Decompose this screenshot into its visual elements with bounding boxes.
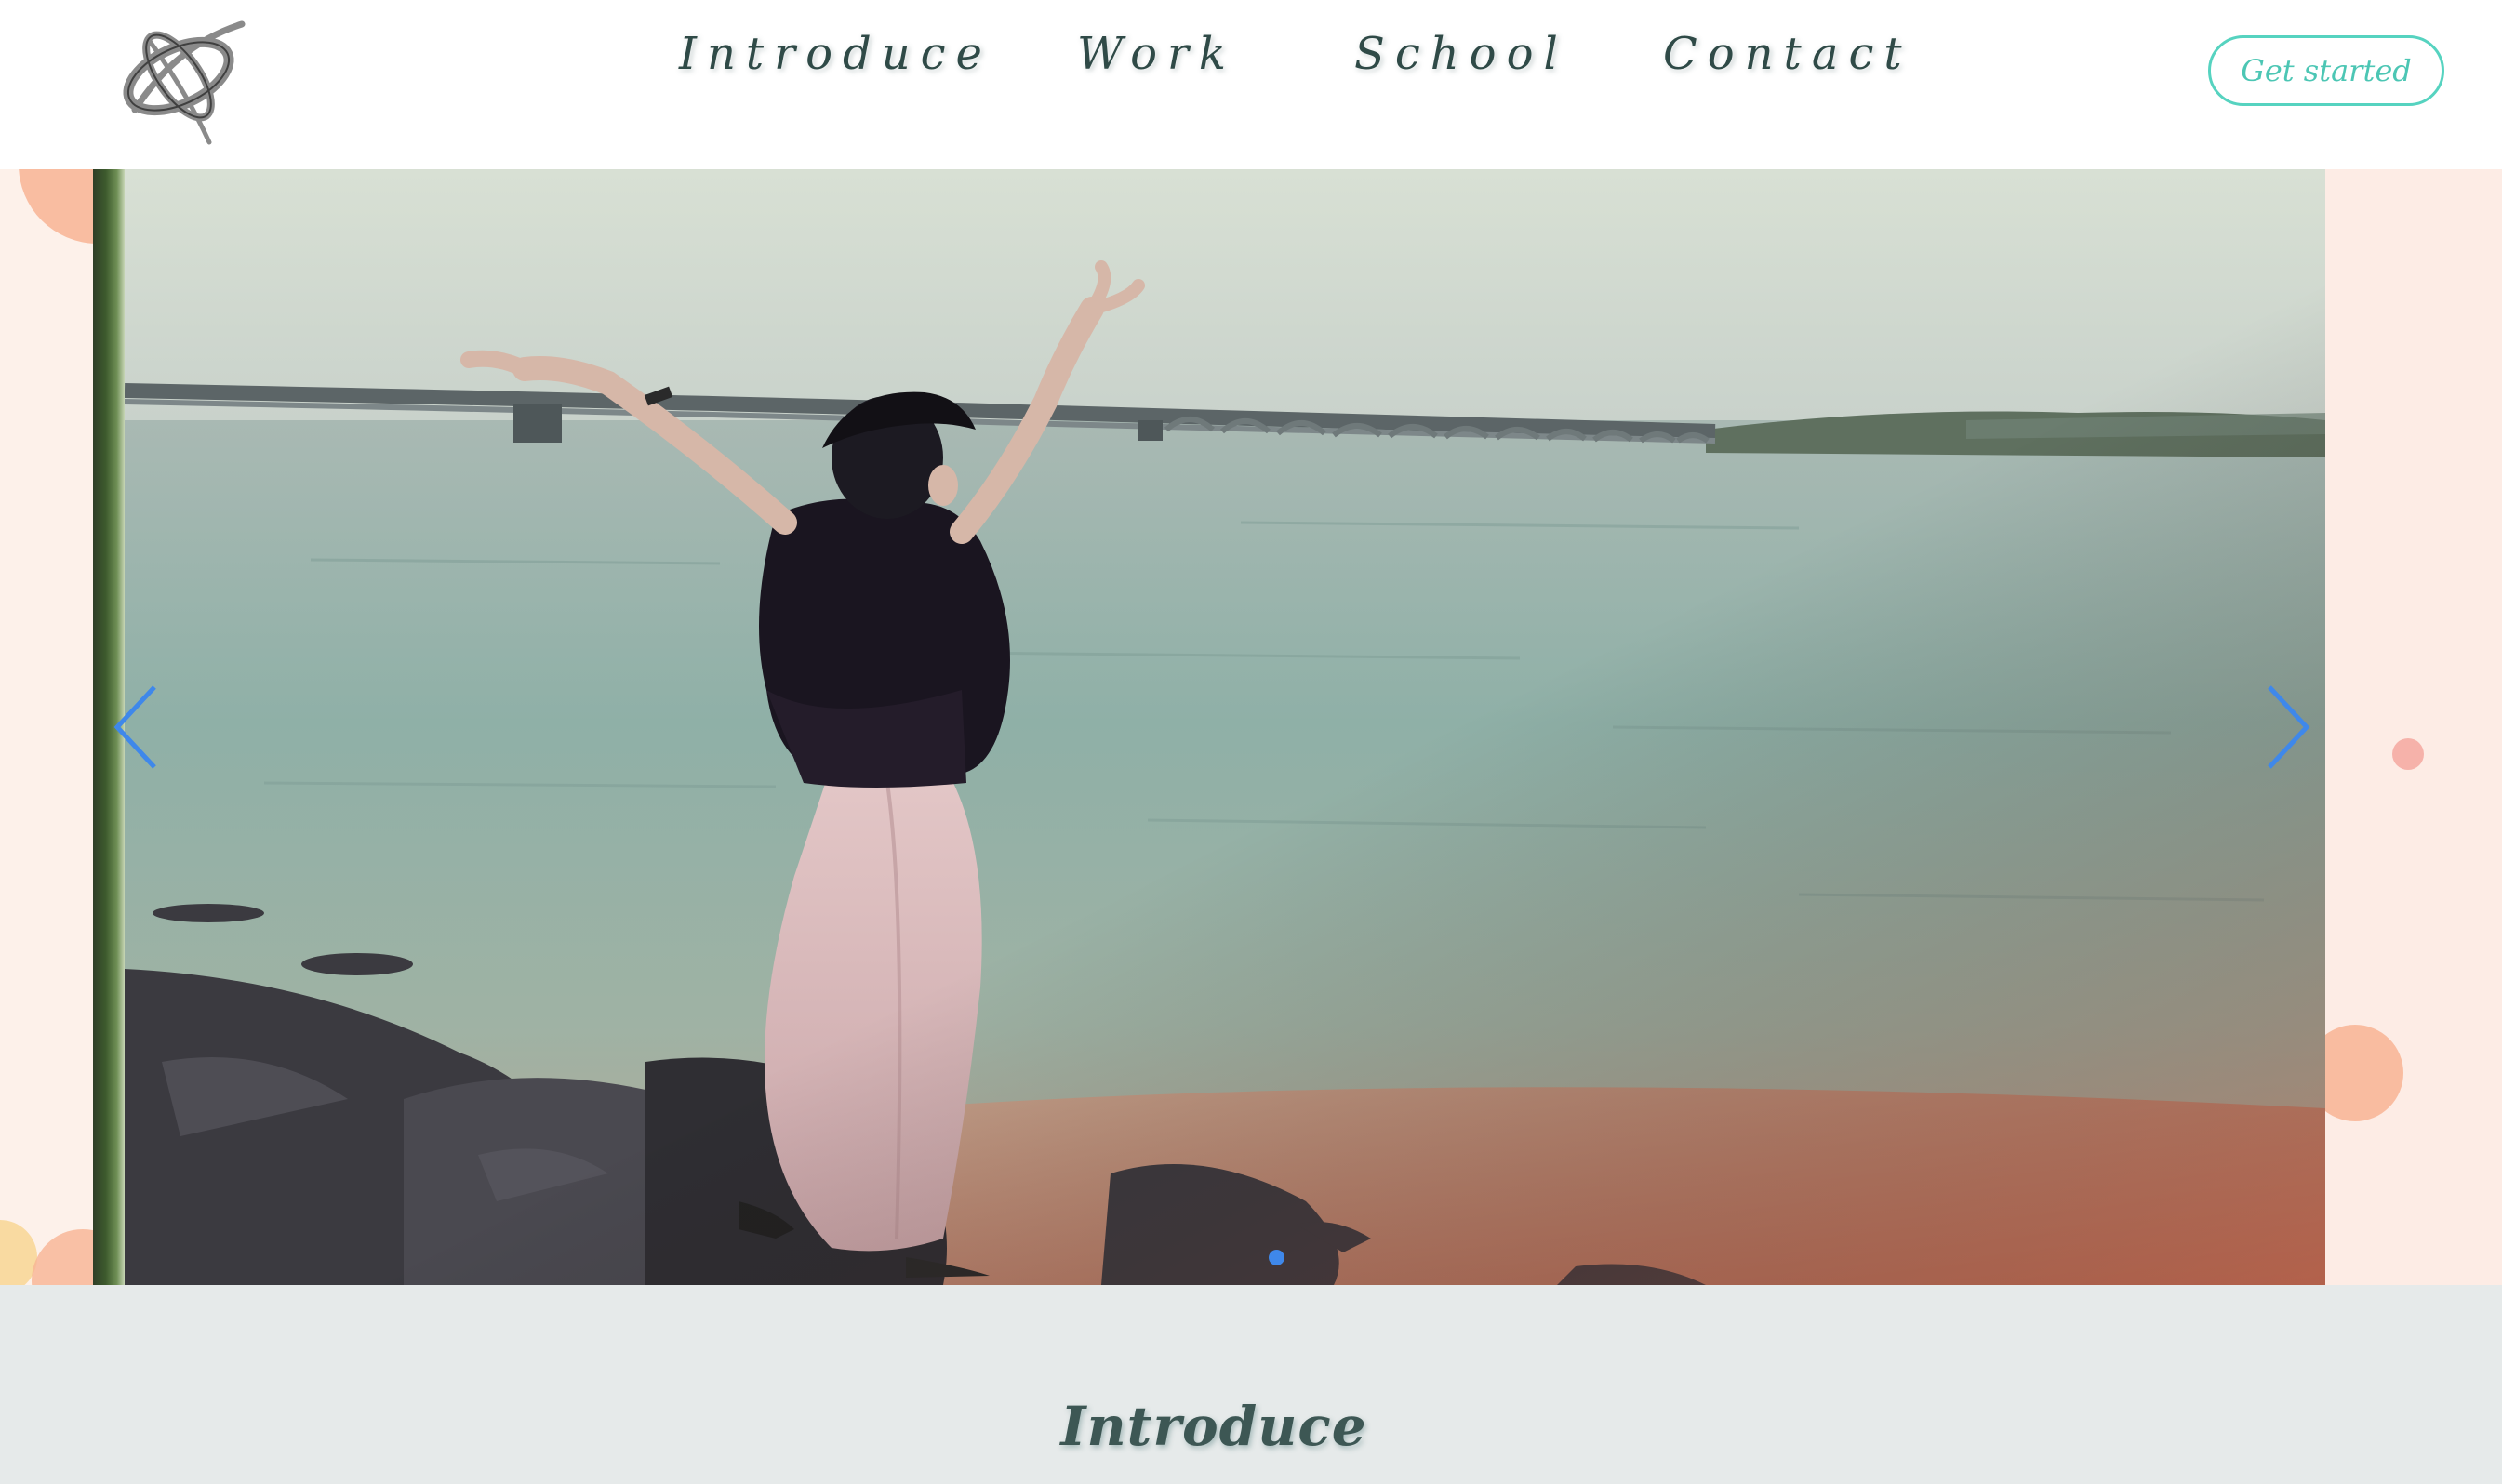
bubble-shape bbox=[2392, 738, 2424, 770]
site-header: Introduce Work School Contact Get starte… bbox=[0, 0, 2502, 169]
nav-introduce[interactable]: Introduce bbox=[679, 28, 992, 80]
hero-slider bbox=[93, 169, 2325, 1285]
main-nav: Introduce Work School Contact bbox=[0, 0, 2502, 121]
chevron-left-icon[interactable] bbox=[110, 683, 166, 772]
section-title: Introduce bbox=[1060, 1395, 1367, 1459]
right-decoration bbox=[2325, 169, 2502, 1285]
slider-dot-1[interactable] bbox=[1269, 1250, 1284, 1265]
bubble-shape bbox=[2325, 1025, 2403, 1121]
left-decoration bbox=[0, 169, 93, 1285]
bubble-shape bbox=[19, 169, 93, 244]
introduce-section: Introduce bbox=[0, 1285, 2502, 1484]
get-started-button[interactable]: Get started bbox=[2208, 35, 2444, 106]
nav-school[interactable]: School bbox=[1354, 28, 1568, 80]
nav-contact[interactable]: Contact bbox=[1663, 28, 1912, 80]
chevron-right-icon[interactable] bbox=[2258, 683, 2314, 772]
nav-work[interactable]: Work bbox=[1077, 28, 1236, 80]
bubble-shape bbox=[32, 1229, 93, 1285]
slide-image bbox=[125, 169, 2325, 1285]
